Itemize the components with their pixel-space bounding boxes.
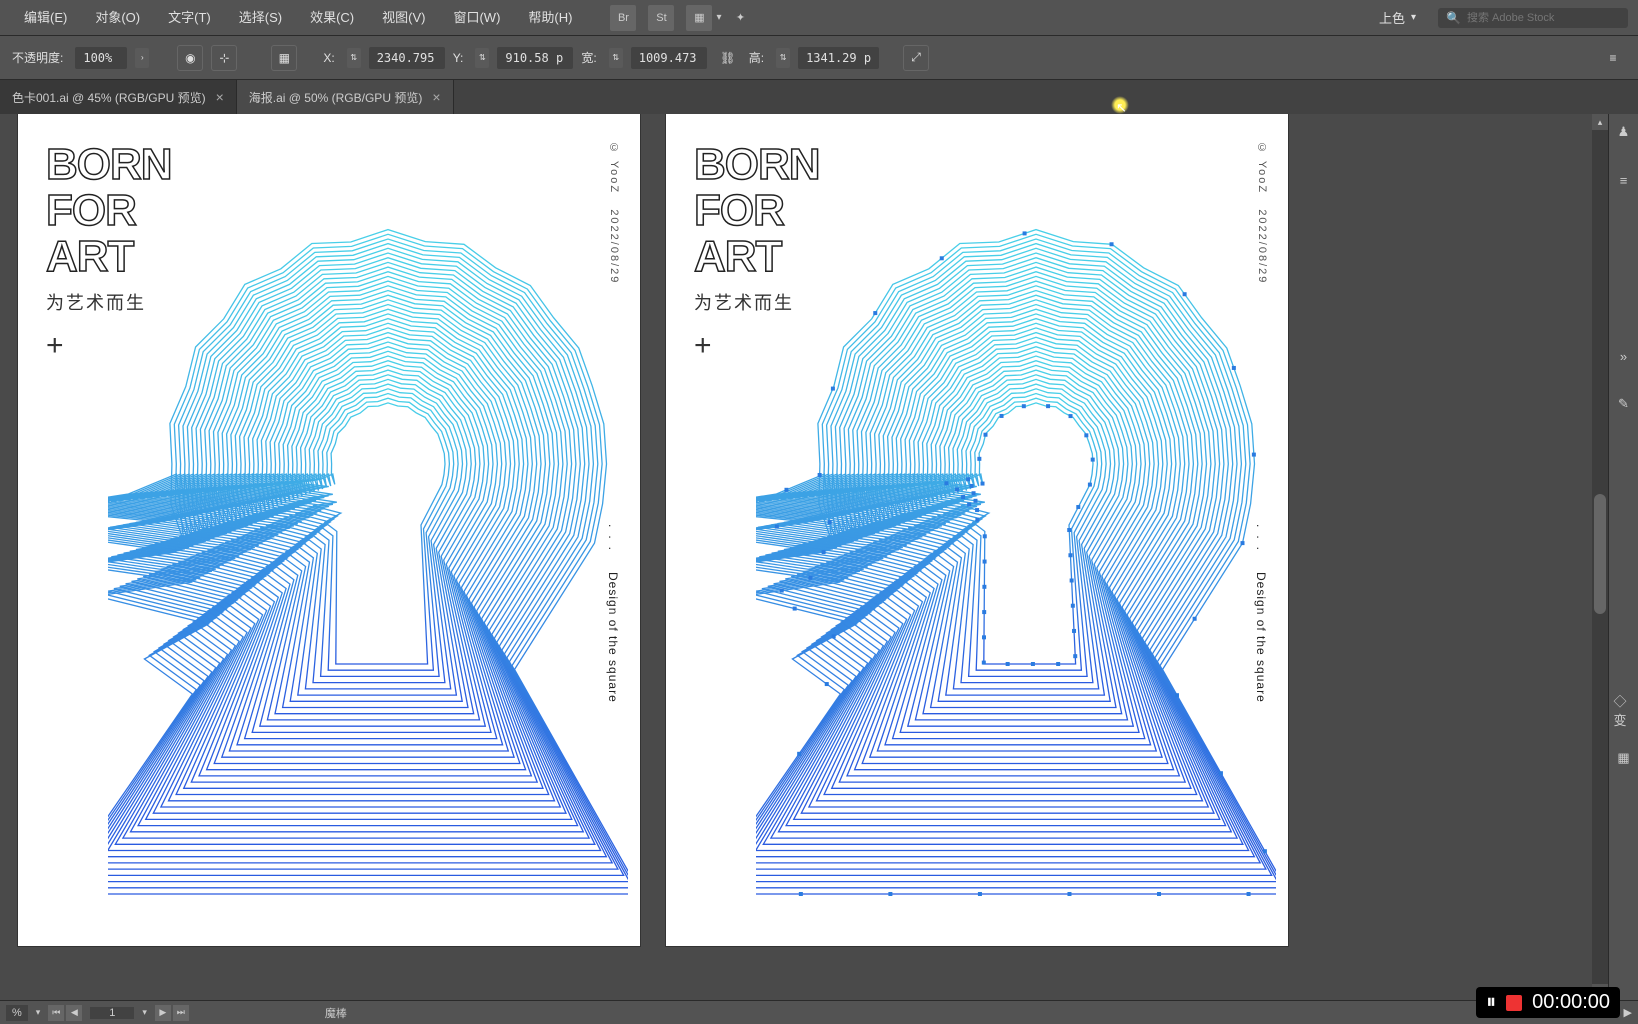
options-bar: 不透明度: 100% › ◉ ⊹ ▦ X: ⇅ 2340.795 Y: ⇅ 91… — [0, 36, 1638, 80]
menu-bar: 编辑(E) 对象(O) 文字(T) 选择(S) 效果(C) 视图(V) 窗口(W… — [0, 0, 1638, 36]
h-stepper[interactable]: ⇅ — [776, 48, 790, 68]
next-artboard-icon[interactable]: ▶ — [155, 1005, 171, 1021]
transform-icon[interactable]: ⊹ — [211, 45, 237, 71]
opacity-label: 不透明度: — [12, 49, 63, 66]
document-tab-1[interactable]: 海报.ai @ 50% (RGB/GPU 预览) × — [237, 80, 454, 114]
brush-icon[interactable]: ✎ — [1614, 394, 1634, 414]
y-stepper[interactable]: ⇅ — [475, 48, 489, 68]
right-panel-strip: ♟ ≡ » ✎ ◇变 ▦ — [1608, 114, 1638, 1000]
artboard-nav2: ▶ ⏭ — [155, 1005, 189, 1021]
pause-icon[interactable]: ⏸ — [1486, 991, 1496, 1014]
align-panel-icon[interactable]: ▦ — [1614, 748, 1634, 768]
document-tab-bar: 色卡001.ai @ 45% (RGB/GPU 预览) × 海报.ai @ 50… — [0, 80, 1638, 114]
search-input[interactable] — [1467, 12, 1620, 24]
workspace-label: 上色 — [1379, 8, 1405, 27]
scrollbar-vertical[interactable]: ▴ ▾ — [1592, 114, 1608, 1000]
close-icon[interactable]: × — [216, 89, 224, 105]
artboard-right[interactable]: BORN FOR ART 为艺术而生 + © YooZ 2022/08/29 .… — [666, 114, 1288, 946]
recording-widget[interactable]: ⏸ 00:00:00 — [1476, 987, 1620, 1018]
h-value[interactable]: 1341.29 p — [798, 47, 879, 69]
panel-menu-icon[interactable]: ≡ — [1614, 170, 1634, 190]
search-icon: 🔍 — [1446, 11, 1461, 25]
search-box[interactable]: 🔍 — [1438, 8, 1628, 28]
y-label: Y: — [453, 51, 464, 65]
title-line1: BORN — [46, 142, 172, 188]
opacity-stepper[interactable]: › — [135, 48, 149, 68]
first-artboard-icon[interactable]: ⏮ — [48, 1005, 64, 1021]
chevron-down-icon: ▾ — [1411, 12, 1416, 23]
align-icon[interactable]: ▦ — [271, 45, 297, 71]
copyright: © YooZ — [608, 142, 620, 194]
menu-help[interactable]: 帮助(H) — [514, 0, 586, 36]
recolor-icon[interactable]: ◉ — [177, 45, 203, 71]
w-value[interactable]: 1009.473 — [631, 47, 707, 69]
play-icon[interactable]: ▶ — [1624, 1006, 1632, 1019]
opacity-value[interactable]: 100% — [75, 47, 127, 69]
artboard-chevron-icon[interactable]: ▾ — [142, 1007, 147, 1018]
bridge-icon[interactable]: Br — [610, 5, 636, 31]
properties-icon[interactable]: ♟ — [1614, 122, 1634, 142]
link-icon[interactable]: ⛓ — [715, 45, 741, 71]
menu-text[interactable]: 文字(T) — [154, 0, 225, 36]
scrollbar-thumb[interactable] — [1594, 494, 1606, 614]
menu-select[interactable]: 选择(S) — [225, 0, 296, 36]
tool-hint: 魔棒 — [325, 1005, 347, 1021]
canvas-area[interactable]: BORN FOR ART 为艺术而生 + © YooZ 2022/08/29 .… — [0, 114, 1608, 1000]
transform-panel-icon[interactable]: ◇变 — [1614, 700, 1634, 720]
zoom-value[interactable]: % — [6, 1005, 28, 1021]
tab-label: 海报.ai @ 50% (RGB/GPU 预览) — [249, 89, 423, 106]
isolate-icon[interactable]: ⤢ — [903, 45, 929, 71]
w-stepper[interactable]: ⇅ — [609, 48, 623, 68]
menu-window[interactable]: 窗口(W) — [439, 0, 514, 36]
menu-effect[interactable]: 效果(C) — [296, 0, 368, 36]
artboard-nav: ⏮ ◀ — [48, 1005, 82, 1021]
stock-icon[interactable]: St — [648, 5, 674, 31]
panel-menu-icon[interactable]: ≡ — [1600, 45, 1626, 71]
workspace-switcher[interactable]: 上色 ▾ — [1369, 8, 1426, 27]
status-bar: % ▾ ⏮ ◀ ▾ ▶ ⏭ 魔棒 ▶ — [0, 1000, 1638, 1024]
menu-view[interactable]: 视图(V) — [368, 0, 439, 36]
menu-object[interactable]: 对象(O) — [81, 0, 154, 36]
tab-label: 色卡001.ai @ 45% (RGB/GPU 预览) — [12, 89, 206, 106]
title-line1: BORN — [694, 142, 820, 188]
expand-icon[interactable]: » — [1614, 346, 1634, 366]
copyright: © YooZ — [1256, 142, 1268, 194]
w-label: 宽: — [581, 49, 596, 66]
blend-artwork-selected[interactable] — [756, 194, 1276, 934]
record-timer: 00:00:00 — [1532, 991, 1610, 1014]
menu-edit[interactable]: 编辑(E) — [10, 0, 81, 36]
artboard-number-input[interactable] — [90, 1007, 134, 1019]
close-icon[interactable]: × — [432, 89, 440, 105]
prev-artboard-icon[interactable]: ◀ — [66, 1005, 82, 1021]
x-label: X: — [323, 51, 334, 65]
gpu-icon[interactable]: ✦ — [727, 5, 753, 31]
arrange-icon[interactable]: ▦ — [686, 5, 712, 31]
y-value[interactable]: 910.58 p — [497, 47, 573, 69]
h-label: 高: — [749, 49, 764, 66]
record-icon[interactable] — [1506, 995, 1522, 1011]
document-tab-0[interactable]: 色卡001.ai @ 45% (RGB/GPU 预览) × — [0, 80, 237, 114]
last-artboard-icon[interactable]: ⏭ — [173, 1005, 189, 1021]
artboard-left[interactable]: BORN FOR ART 为艺术而生 + © YooZ 2022/08/29 .… — [18, 114, 640, 946]
x-value[interactable]: 2340.795 — [369, 47, 445, 69]
zoom-chevron-icon[interactable]: ▾ — [36, 1007, 41, 1018]
blend-artwork[interactable] — [108, 194, 628, 934]
scroll-up-icon[interactable]: ▴ — [1592, 114, 1608, 130]
x-stepper[interactable]: ⇅ — [347, 48, 361, 68]
